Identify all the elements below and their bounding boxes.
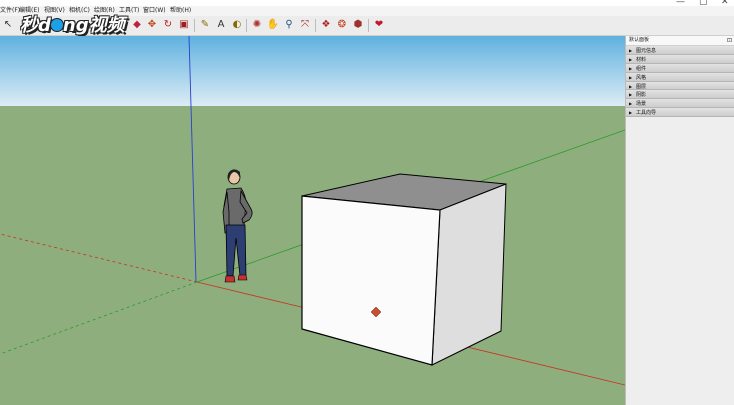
- tray-shadows[interactable]: ▶ 阴影: [626, 90, 734, 100]
- components-icon[interactable]: ❂: [335, 18, 349, 32]
- zoom-extents-icon[interactable]: ⤧: [298, 18, 312, 32]
- panel-title-text: 默认面板: [629, 37, 650, 43]
- tray-scenes[interactable]: ▶ 场景: [626, 99, 734, 109]
- select-arrow-icon[interactable]: ↖: [1, 18, 15, 32]
- tray-components[interactable]: ▶ 组件: [626, 63, 734, 73]
- text-icon[interactable]: A: [214, 18, 228, 32]
- menu-file[interactable]: 文件(F): [0, 6, 20, 16]
- rotate-icon[interactable]: ↻: [161, 18, 175, 32]
- watermark-logo: 秒d ng视频: [20, 15, 125, 36]
- pan-icon[interactable]: ✋: [266, 18, 280, 32]
- share-model-icon[interactable]: ⬢: [351, 18, 365, 32]
- warehouse-icon[interactable]: ❖: [319, 18, 333, 32]
- menu-window[interactable]: 窗口(W): [143, 6, 166, 16]
- drawing-viewport[interactable]: [0, 36, 625, 405]
- extension-icon[interactable]: ❤: [372, 18, 386, 32]
- protractor-icon[interactable]: ◐: [230, 18, 244, 32]
- zoom-icon[interactable]: ⚲: [282, 18, 296, 32]
- toolbar-separator: [315, 19, 316, 32]
- default-tray-panel: 默认面板 ⊡ ▶ 图元信息 ▶ 材料 ▶ 组件 ▶ 风格 ▶ 图层 ▶ 阴影 ▶ 场景 ▶ 工具…: [625, 36, 734, 405]
- toolbar-separator: [368, 19, 369, 32]
- tray-entity-info[interactable]: ▶ 图元信息: [626, 46, 734, 55]
- menu-help[interactable]: 帮助(H): [170, 6, 191, 16]
- orbit-icon[interactable]: ✺: [250, 18, 264, 32]
- expand-arrow-icon: ▶: [629, 74, 633, 80]
- logo-o-icon: [49, 18, 64, 32]
- expand-arrow-icon: ▶: [629, 83, 633, 89]
- tray-materials[interactable]: ▶ 材料: [626, 54, 734, 64]
- expand-arrow-icon: ▶: [629, 65, 633, 71]
- tape-measure-icon[interactable]: ✎: [198, 18, 212, 32]
- tray-instructor[interactable]: ▶ 工具向导: [626, 108, 734, 118]
- move-icon[interactable]: ✥: [145, 18, 159, 32]
- sky: [0, 36, 625, 106]
- scale-icon[interactable]: ▣: [177, 18, 191, 32]
- toolbar-separator: [246, 19, 247, 32]
- expand-arrow-icon: ▶: [629, 101, 633, 107]
- panel-title: 默认面板 ⊡: [626, 36, 734, 46]
- tray-layers[interactable]: ▶ 图层: [626, 81, 734, 91]
- expand-arrow-icon: ▶: [629, 56, 633, 62]
- tray-styles[interactable]: ▶ 风格: [626, 72, 734, 82]
- scene-svg: [0, 36, 625, 405]
- expand-arrow-icon: ▶: [629, 48, 633, 53]
- pin-icon[interactable]: ⊡: [727, 36, 732, 45]
- toolbar-separator: [194, 19, 195, 32]
- expand-arrow-icon: ▶: [629, 92, 633, 98]
- eraser-icon[interactable]: ◆: [130, 18, 144, 32]
- expand-arrow-icon: ▶: [629, 110, 633, 116]
